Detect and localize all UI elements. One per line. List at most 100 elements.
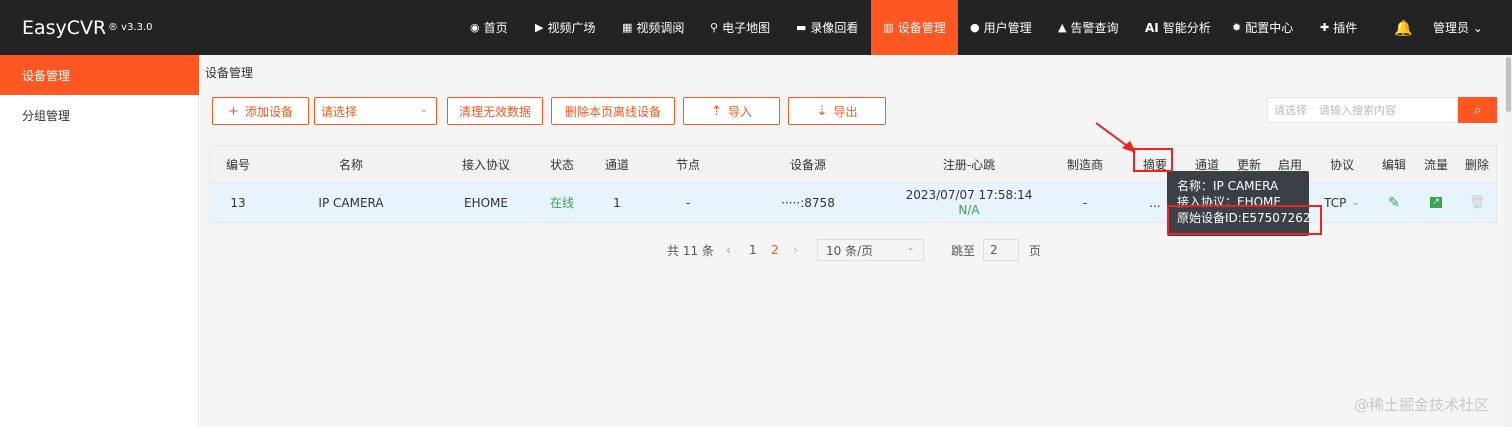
trash-icon[interactable]: 🗑 [1457, 183, 1497, 222]
nav-plugins[interactable]: ✚ 插件 [1320, 0, 1357, 55]
cell-maker: - [1082, 195, 1088, 210]
tooltip-name: 名称：IP CAMERA [1177, 179, 1279, 193]
cell-protocol: EHOME [464, 195, 508, 210]
map-pin-icon: ⚲ [710, 21, 719, 34]
heartbeat-value: N/A [958, 202, 980, 217]
nav-config-center[interactable]: ✹ 配置中心 [1232, 0, 1293, 55]
play-icon: ▶ [535, 21, 544, 34]
nav-home[interactable]: ◉ 首页 [470, 0, 508, 55]
nav-label: 智能分析 [1162, 21, 1211, 35]
import-button[interactable]: ⇡ 导入 [683, 97, 780, 125]
clear-invalid-button[interactable]: 清理无效数据 [447, 97, 543, 125]
device-filter-select[interactable]: 请选择 ⌄ [314, 97, 437, 125]
add-device-button[interactable]: + 添加设备 [212, 97, 309, 125]
nav-video-square[interactable]: ▶ 视频广场 [535, 0, 595, 55]
upload-icon: ⇡ [711, 103, 722, 119]
gear-icon: ✹ [1232, 21, 1242, 34]
export-button[interactable]: ⇣ 导出 [788, 97, 886, 125]
app-logo: EasyCVR [22, 17, 107, 39]
breadcrumb: 设备管理 [205, 66, 254, 80]
col-register: 注册-心跳 [942, 157, 996, 172]
jump-page-input[interactable]: 2 [983, 239, 1019, 261]
puzzle-icon: ✚ [1320, 21, 1330, 34]
col-delete: 删除 [1464, 157, 1489, 172]
col-source: 设备源 [789, 157, 826, 172]
nav-label: 设备管理 [897, 21, 946, 35]
col-proto: 协议 [1329, 157, 1354, 172]
main-content: 设备管理 + 添加设备 请选择 ⌄ 清理无效数据 删除本页离线设备 ⇡ 导入 ⇣ 导出 … [200, 55, 1505, 427]
search-type-select[interactable]: 请选择 [1274, 102, 1307, 118]
select-value: 请选择 [321, 104, 358, 119]
page-size-select[interactable]: 10 条/页 ⌄ [817, 239, 924, 261]
alarm-icon: ▲ [1058, 21, 1067, 34]
download-icon: ⇣ [816, 103, 828, 119]
sidebar: 设备管理 分组管理 [0, 55, 199, 427]
page-2-button[interactable]: 2 [771, 240, 779, 260]
cell-register: 2023/07/07 17:58:14 N/A [886, 183, 1052, 222]
plus-icon: + [228, 103, 239, 119]
search-placeholder: 请输入搜索内容 [1319, 104, 1396, 117]
pagination-total: 共 11 条 [667, 243, 714, 258]
nav-label: 电子地图 [722, 21, 771, 35]
register-time: 2023/07/07 17:58:14 [905, 187, 1033, 202]
nav-user-management[interactable]: ● 用户管理 [970, 0, 1032, 55]
page-size-value: 10 条/页 [826, 243, 874, 258]
sidebar-item-device-management[interactable]: 设备管理 [0, 55, 199, 95]
nav-video-browse[interactable]: ▦ 视频调阅 [622, 0, 684, 55]
chevron-down-icon: ⌄ [419, 104, 428, 115]
prev-page-icon[interactable]: ‹ [726, 240, 731, 260]
sidebar-item-group-management[interactable]: 分组管理 [0, 95, 199, 135]
col-traffic: 流量 [1423, 157, 1448, 172]
chevron-down-icon: ⌄ [906, 242, 915, 253]
cell-source: ·····:8758 [781, 195, 835, 210]
ai-icon: AI [1145, 20, 1159, 35]
col-protocol: 接入协议 [461, 157, 510, 172]
col-node: 节点 [675, 157, 700, 172]
nav-label: 配置中心 [1245, 21, 1294, 35]
user-icon: ● [970, 21, 980, 34]
edit-icon[interactable]: ✎ [1373, 183, 1415, 222]
annotation-arrow-icon [1095, 122, 1136, 153]
delete-offline-button[interactable]: 删除本页离线设备 [551, 97, 675, 125]
button-label: 添加设备 [244, 104, 293, 119]
col-channel: 通道 [604, 157, 629, 172]
nav-playback[interactable]: ▬ 录像回看 [796, 0, 858, 55]
col-status: 状态 [549, 157, 574, 172]
nav-device-management[interactable]: ▥ 设备管理 [871, 0, 958, 55]
scrollbar-thumb[interactable] [1506, 57, 1511, 112]
button-label: 导出 [833, 104, 858, 119]
search-button[interactable]: ⌕ [1458, 97, 1497, 123]
page-unit-label: 页 [1029, 243, 1042, 258]
search-input[interactable]: 请选择 请输入搜索内容 [1267, 97, 1458, 123]
cell-name: IP CAMERA [318, 195, 384, 210]
bell-icon[interactable]: 🔔 [1394, 0, 1413, 55]
nav-label: 录像回看 [810, 21, 859, 35]
user-menu[interactable]: 管理员 ⌄ [1433, 0, 1483, 55]
app-version: ® v3.3.0 [108, 22, 153, 33]
cell-id: 13 [230, 195, 246, 210]
cell-node: - [685, 195, 691, 210]
col-edit: 编辑 [1381, 157, 1406, 172]
nav-label: 插件 [1333, 21, 1358, 35]
top-navbar: EasyCVR ® v3.3.0 ◉ 首页 ▶ 视频广场 ▦ 视频调阅 ⚲ 电子地图 ▬… [0, 0, 1512, 55]
nav-ai-analysis[interactable]: AI 智能分析 [1145, 0, 1211, 55]
next-page-icon[interactable]: › [793, 240, 798, 260]
cell-channel: 1 [613, 195, 621, 210]
button-label: 导入 [727, 104, 752, 119]
jump-label: 跳至 [951, 243, 976, 258]
nav-label: 用户管理 [983, 21, 1032, 35]
col-id: 编号 [225, 157, 250, 172]
traffic-icon[interactable]: ↗ [1415, 183, 1457, 222]
protocol-value: TCP [1324, 195, 1347, 210]
page-1-button[interactable]: 1 [749, 240, 757, 260]
device-icon: ▥ [883, 21, 894, 34]
nav-label: 告警查询 [1070, 21, 1119, 35]
scrollbar[interactable] [1505, 55, 1512, 427]
nav-label: 首页 [483, 21, 508, 35]
nav-map[interactable]: ⚲ 电子地图 [710, 0, 770, 55]
dashboard-icon: ◉ [470, 21, 480, 34]
nav-alarm-query[interactable]: ▲ 告警查询 [1058, 0, 1118, 55]
watermark: @稀土掘金技术社区 [1353, 396, 1489, 414]
chevron-down-icon: ⌄ [1351, 197, 1360, 208]
nav-label: 视频广场 [547, 21, 596, 35]
